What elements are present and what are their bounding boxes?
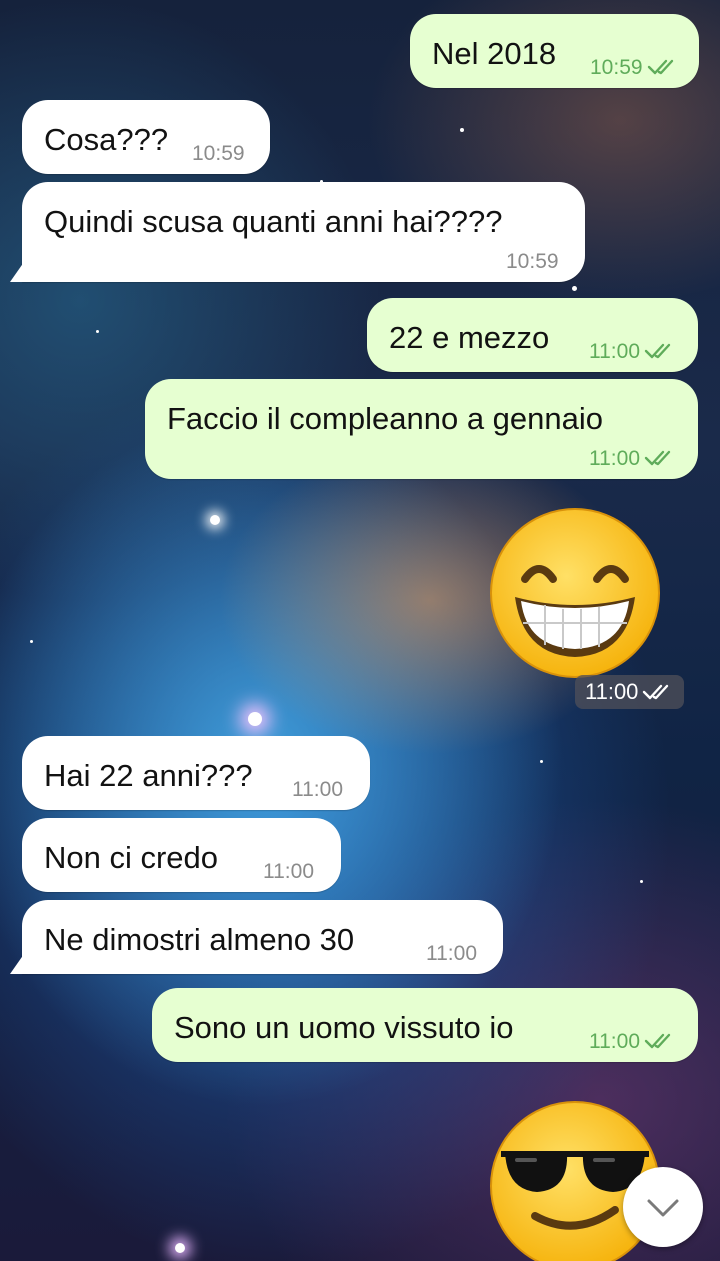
message-bubble-outgoing[interactable]: 22 e mezzo 11:00 (367, 298, 698, 372)
message-text: Nel 2018 (432, 36, 557, 71)
message-time: 10:59 (192, 142, 245, 165)
message-time: 11:00 (589, 340, 640, 363)
message-text: Non ci credo (44, 840, 219, 875)
message-meta: 10:59 (590, 56, 679, 80)
message-text: Quindi scusa quanti anni hai???? (44, 204, 503, 239)
message-text: Sono un uomo vissuto io (174, 1010, 514, 1045)
scroll-to-bottom-button[interactable] (623, 1167, 703, 1247)
message-bubble-incoming[interactable]: Ne dimostri almeno 30 11:00 (22, 900, 503, 974)
message-meta: 11:00 (589, 1030, 676, 1054)
star (248, 712, 262, 726)
star (572, 286, 577, 291)
grinning-face-sticker[interactable] (487, 505, 663, 681)
star (96, 330, 99, 333)
message-text: Hai 22 anni??? (44, 758, 253, 793)
message-time: 11:00 (589, 1030, 640, 1053)
message-bubble-outgoing[interactable]: Faccio il compleanno a gennaio 11:00 (145, 379, 698, 479)
message-time: 11:00 (585, 679, 639, 704)
chevron-down-icon (647, 1199, 679, 1217)
message-time: 11:00 (263, 860, 314, 883)
message-text: Faccio il compleanno a gennaio (167, 401, 603, 436)
message-bubble-incoming[interactable]: Quindi scusa quanti anni hai???? 10:59 (22, 182, 585, 282)
star (210, 515, 220, 525)
message-time: 10:59 (590, 56, 643, 79)
star (540, 760, 543, 763)
message-text: 22 e mezzo (389, 320, 550, 355)
message-bubble-incoming[interactable]: Cosa??? 10:59 (22, 100, 270, 174)
message-time: 11:00 (589, 447, 640, 470)
star (175, 1243, 185, 1253)
double-check-icon (644, 450, 671, 466)
bubble-tail (10, 262, 24, 282)
double-check-icon (643, 684, 669, 700)
message-bubble-outgoing[interactable]: Nel 2018 10:59 (410, 14, 699, 88)
message-time: 10:59 (506, 250, 559, 273)
double-check-icon (644, 343, 671, 359)
star (640, 880, 643, 883)
message-text: Cosa??? (44, 122, 169, 157)
double-check-icon (644, 1033, 671, 1049)
message-meta: 11:00 (589, 340, 676, 364)
message-text: Ne dimostri almeno 30 (44, 922, 355, 957)
message-meta: 11:00 (589, 447, 676, 471)
message-bubble-incoming[interactable]: Hai 22 anni??? 11:00 (22, 736, 370, 810)
star (460, 128, 464, 132)
bubble-tail (10, 954, 24, 974)
message-bubble-outgoing[interactable]: Sono un uomo vissuto io 11:00 (152, 988, 698, 1062)
message-time: 11:00 (426, 942, 477, 965)
message-time: 11:00 (292, 778, 343, 801)
star (30, 640, 33, 643)
message-bubble-incoming[interactable]: Non ci credo 11:00 (22, 818, 341, 892)
sticker-time: 11:00 (575, 675, 685, 709)
double-check-icon (647, 59, 673, 75)
